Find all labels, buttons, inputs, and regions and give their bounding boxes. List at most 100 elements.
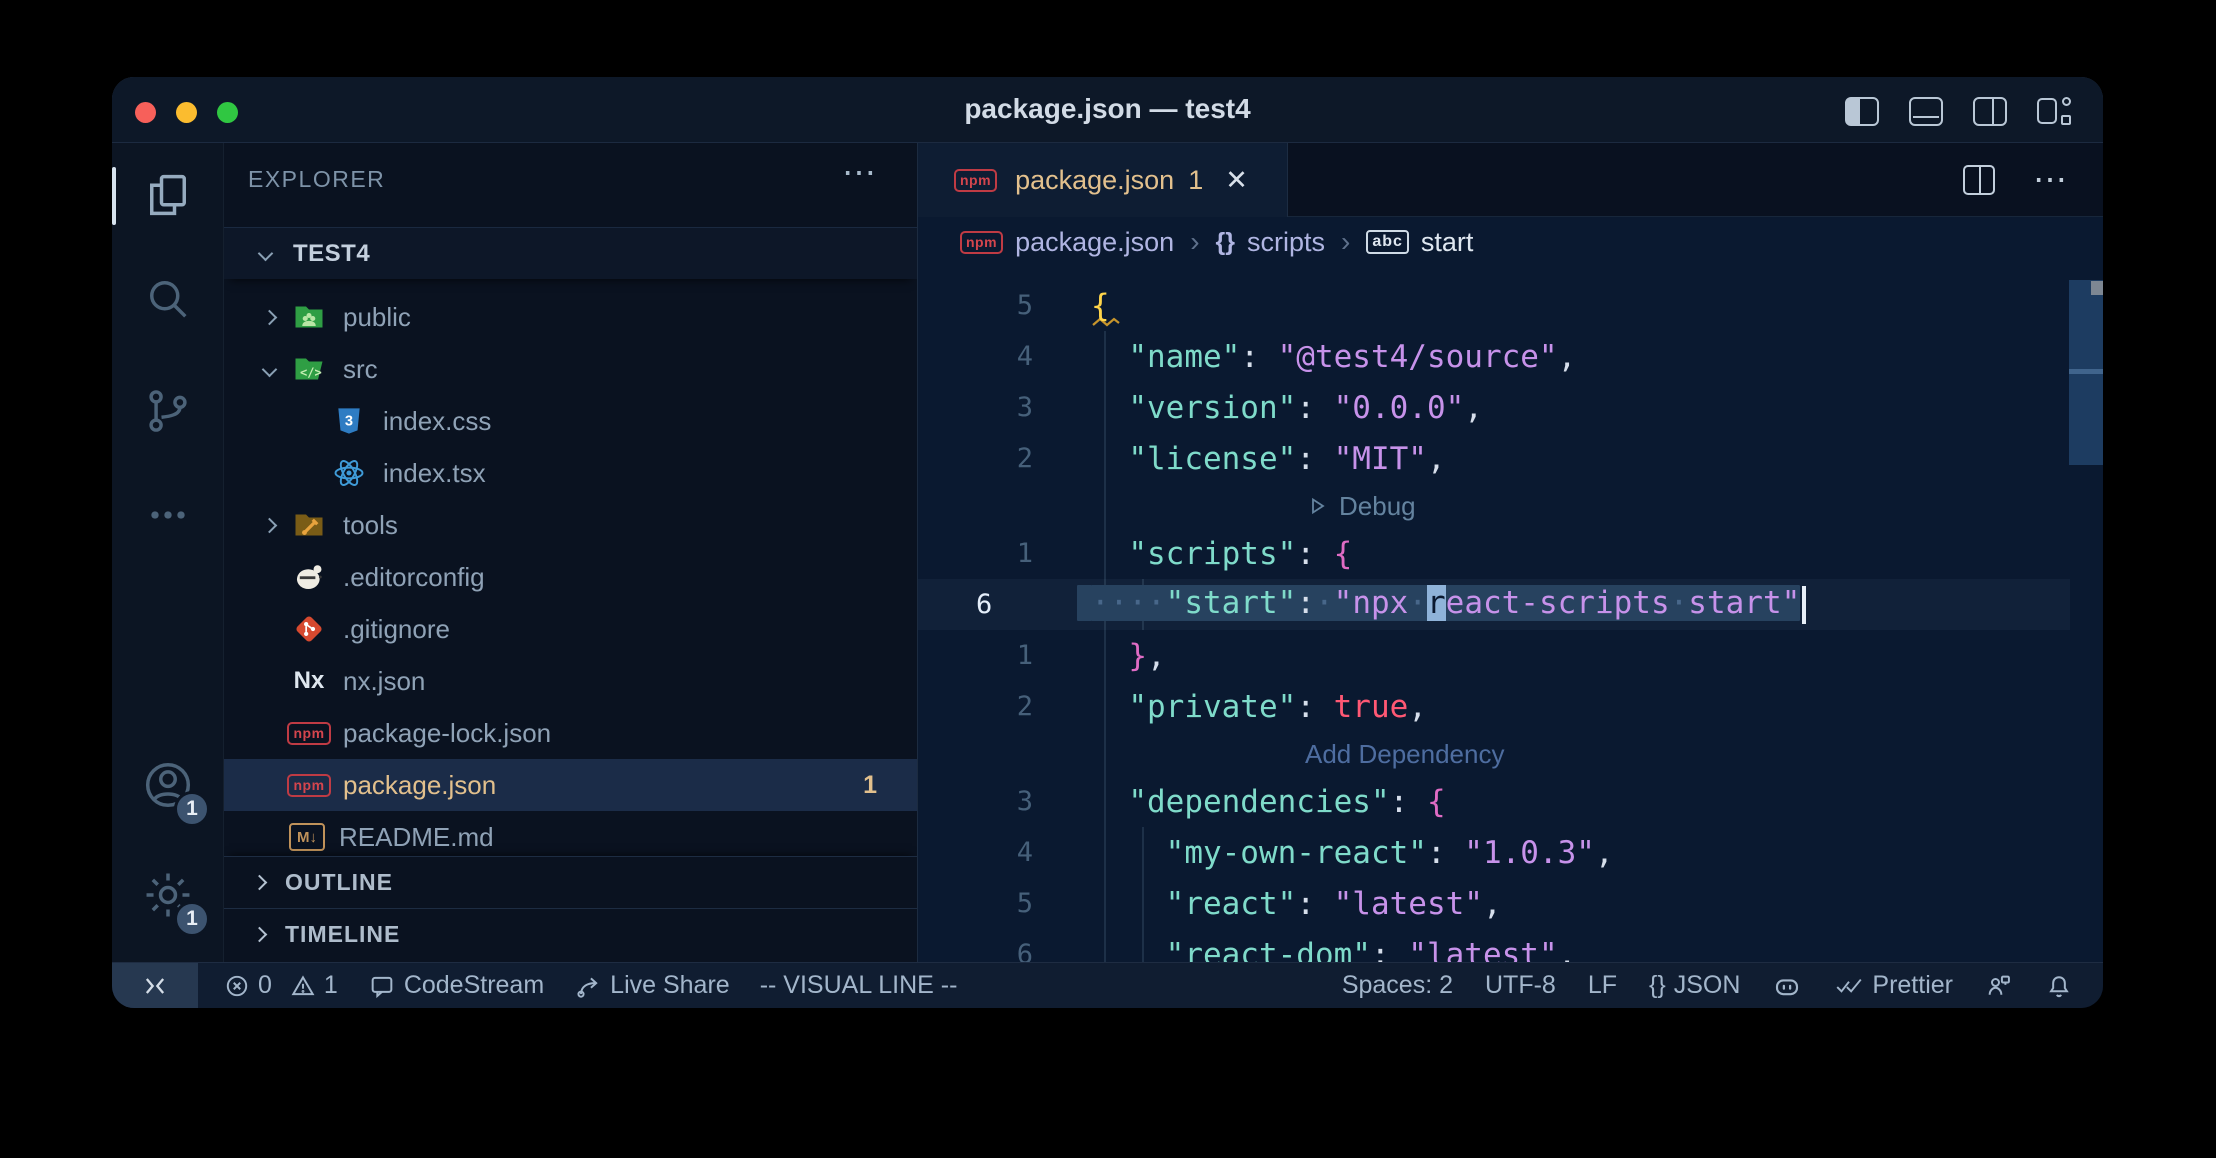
indentation-status[interactable]: Spaces: 2 — [1342, 971, 1453, 1000]
language-mode-status[interactable]: {} JSON — [1649, 971, 1740, 1000]
toggle-secondary-sidebar-icon[interactable] — [1973, 97, 2007, 126]
editor-group: npm package.json 1 ✕ ⋯ npm package.json … — [918, 143, 2103, 962]
code-editor[interactable]: 5 { 4 "name": "@test4/source", 3 "versio… — [918, 267, 2070, 962]
code-line[interactable]: 2 "license": "MIT", — [918, 433, 2070, 484]
window-title: package.json — test4 — [112, 77, 2103, 143]
settings-gear-icon[interactable]: 1 — [112, 843, 224, 947]
code-line[interactable]: 1 }, — [918, 630, 2070, 681]
accounts-icon[interactable]: 1 — [112, 733, 224, 837]
breadcrumb: npm package.json › {} scripts › abc star… — [918, 217, 2103, 267]
git-icon — [289, 609, 329, 649]
bell-icon — [2045, 972, 2073, 1000]
tree-item-readme[interactable]: M↓ README.md — [224, 811, 917, 856]
more-views-icon[interactable] — [112, 463, 224, 567]
tab-package-json[interactable]: npm package.json 1 ✕ — [918, 143, 1288, 217]
chevron-right-icon — [262, 517, 278, 533]
modified-count-badge: 1 — [863, 771, 877, 800]
editor-more-actions-icon[interactable]: ⋯ — [2033, 160, 2069, 200]
notifications-status[interactable] — [2045, 972, 2073, 1000]
markdown-icon: M↓ — [289, 823, 325, 851]
chevron-right-icon — [252, 927, 268, 943]
tab-label: package.json — [1015, 165, 1174, 196]
scrollbar-track[interactable] — [2069, 267, 2103, 962]
code-line[interactable]: 1 "scripts": { — [918, 528, 2070, 579]
feedback-status[interactable] — [1985, 972, 2013, 1000]
code-line[interactable]: 4 "name": "@test4/source", — [918, 331, 2070, 382]
tree-item-package-json[interactable]: npm package.json 1 — [224, 759, 917, 811]
code-line[interactable]: 4 "my-own-react": "1.0.3", — [918, 827, 2070, 878]
search-icon[interactable] — [112, 247, 224, 351]
breadcrumb-node[interactable]: scripts — [1247, 227, 1325, 258]
sidebar-more-actions-icon[interactable]: ⋯ — [842, 153, 876, 193]
chevron-right-icon — [262, 309, 278, 325]
outline-section-header[interactable]: OUTLINE — [224, 856, 917, 908]
visual-line-selection: ····"start":·"npx·react-scripts·start" — [1091, 585, 1800, 621]
split-editor-icon[interactable] — [1963, 165, 1995, 195]
nx-icon: Nx — [289, 661, 329, 701]
tree-item-public[interactable]: public — [224, 291, 917, 343]
tree-item-index-tsx[interactable]: index.tsx — [224, 447, 917, 499]
copilot-icon — [1772, 971, 1802, 1001]
comment-icon — [368, 972, 396, 1000]
code-line-current[interactable]: 6 ····"start":·"npx·react-scripts·start" — [918, 579, 2070, 630]
svg-text:</>: </> — [300, 366, 322, 380]
tab-badge: 1 — [1188, 165, 1203, 196]
codelens-add-dependency[interactable]: Add Dependency — [918, 732, 2070, 776]
toggle-primary-sidebar-icon[interactable] — [1845, 97, 1879, 126]
codelens-debug[interactable]: Debug — [918, 484, 2070, 528]
breadcrumb-leaf[interactable]: start — [1421, 227, 1474, 258]
problems-status[interactable]: 0 1 — [224, 971, 338, 1000]
abc-string-icon: abc — [1366, 230, 1409, 254]
warning-icon — [290, 973, 316, 999]
liveshare-status[interactable]: Live Share — [574, 971, 730, 1000]
share-icon — [574, 972, 602, 1000]
close-tab-icon[interactable]: ✕ — [1225, 165, 1248, 196]
tree-item-editorconfig[interactable]: .editorconfig — [224, 551, 917, 603]
npm-icon: npm — [289, 765, 329, 805]
css3-icon: 3 — [329, 401, 369, 441]
npm-icon: npm — [954, 169, 997, 192]
source-control-icon[interactable] — [112, 359, 224, 463]
code-line[interactable]: 6 "react-dom": "latest", — [918, 929, 2070, 962]
npm-icon: npm — [960, 231, 1003, 254]
tree-item-nx-json[interactable]: Nx nx.json — [224, 655, 917, 707]
folder-public-icon — [289, 297, 329, 337]
tree-item-tools[interactable]: tools — [224, 499, 917, 551]
breadcrumb-file[interactable]: package.json — [1015, 227, 1174, 258]
tree-item-src[interactable]: </> src — [224, 343, 917, 395]
settings-badge: 1 — [174, 901, 210, 937]
status-bar: 0 1 CodeStream Live Share -- VISUA — [112, 962, 2103, 1008]
codestream-status[interactable]: CodeStream — [368, 971, 544, 1000]
sidebar-title: EXPLORER — [248, 166, 385, 193]
vscode-window: package.json — test4 — [112, 77, 2103, 1008]
copilot-status[interactable] — [1772, 971, 1802, 1001]
selection-caret — [1802, 586, 1806, 624]
code-line[interactable]: 3 "version": "0.0.0", — [918, 382, 2070, 433]
tree-item-index-css[interactable]: 3 index.css — [224, 395, 917, 447]
project-root-row[interactable]: TEST4 — [224, 227, 917, 279]
selection-overview-mark — [2069, 369, 2103, 374]
accounts-badge: 1 — [174, 791, 210, 827]
npm-icon: npm — [289, 713, 329, 753]
code-line[interactable]: 2 "private": true, — [918, 681, 2070, 732]
timeline-section-header[interactable]: TIMELINE — [224, 908, 917, 960]
eol-status[interactable]: LF — [1588, 971, 1617, 1000]
chevron-down-icon — [258, 246, 274, 262]
tab-bar: npm package.json 1 ✕ ⋯ — [918, 143, 2103, 217]
play-icon — [1305, 494, 1329, 518]
customize-layout-icon[interactable] — [2037, 95, 2073, 127]
vim-mode-indicator[interactable]: -- VISUAL LINE -- — [760, 971, 958, 1000]
remote-indicator[interactable] — [112, 963, 198, 1008]
tree-item-package-lock[interactable]: npm package-lock.json — [224, 707, 917, 759]
code-line[interactable]: 3 "dependencies": { — [918, 776, 2070, 827]
block-cursor: r — [1427, 585, 1446, 621]
explorer-icon[interactable] — [112, 143, 224, 247]
scrollbar-thumb[interactable] — [2069, 280, 2103, 465]
toggle-panel-icon[interactable] — [1909, 97, 1943, 126]
code-line[interactable]: 5 { — [918, 280, 2070, 331]
encoding-status[interactable]: UTF-8 — [1485, 971, 1556, 1000]
prettier-status[interactable]: Prettier — [1834, 971, 1953, 1000]
tree-item-gitignore[interactable]: .gitignore — [224, 603, 917, 655]
code-line[interactable]: 5 "react": "latest", — [918, 878, 2070, 929]
activity-bar: 1 1 — [112, 143, 224, 962]
